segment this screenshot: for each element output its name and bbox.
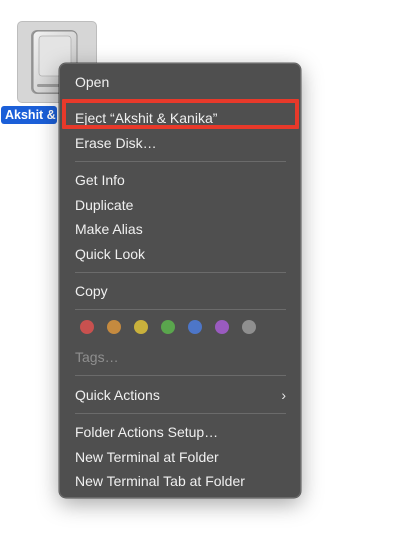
tag-gray-dot[interactable] xyxy=(242,320,256,334)
desktop: Akshit & Open Eject “Akshit & Kanika” Er… xyxy=(0,0,400,547)
tag-red-dot[interactable] xyxy=(80,320,94,334)
menu-item-make-alias[interactable]: Make Alias xyxy=(75,218,286,240)
menu-separator xyxy=(75,375,286,376)
eject-highlight-annotation xyxy=(62,99,299,129)
tag-green-dot[interactable] xyxy=(161,320,175,334)
chevron-right-icon: › xyxy=(281,387,286,403)
menu-item-new-terminal-tab-at-folder[interactable]: New Terminal Tab at Folder xyxy=(75,470,286,492)
menu-item-quick-actions[interactable]: Quick Actions › xyxy=(75,384,286,406)
menu-item-open[interactable]: Open xyxy=(75,71,286,93)
tag-yellow-dot[interactable] xyxy=(134,320,148,334)
tag-purple-dot[interactable] xyxy=(215,320,229,334)
menu-item-new-terminal-at-folder[interactable]: New Terminal at Folder xyxy=(75,446,286,468)
menu-separator xyxy=(75,309,286,310)
menu-item-copy[interactable]: Copy xyxy=(75,280,286,302)
menu-separator xyxy=(75,161,286,162)
tag-blue-dot[interactable] xyxy=(188,320,202,334)
tag-orange-dot[interactable] xyxy=(107,320,121,334)
menu-item-quick-look[interactable]: Quick Look xyxy=(75,243,286,265)
menu-item-folder-actions-setup[interactable]: Folder Actions Setup… xyxy=(75,421,286,443)
menu-item-quick-actions-label: Quick Actions xyxy=(75,387,160,403)
menu-item-duplicate[interactable]: Duplicate xyxy=(75,194,286,216)
menu-separator xyxy=(75,272,286,273)
menu-item-tags[interactable]: Tags… xyxy=(75,346,286,368)
menu-separator xyxy=(75,413,286,414)
menu-item-erase-disk[interactable]: Erase Disk… xyxy=(75,132,286,154)
menu-item-get-info[interactable]: Get Info xyxy=(75,169,286,191)
drive-name-label[interactable]: Akshit & xyxy=(1,106,57,124)
